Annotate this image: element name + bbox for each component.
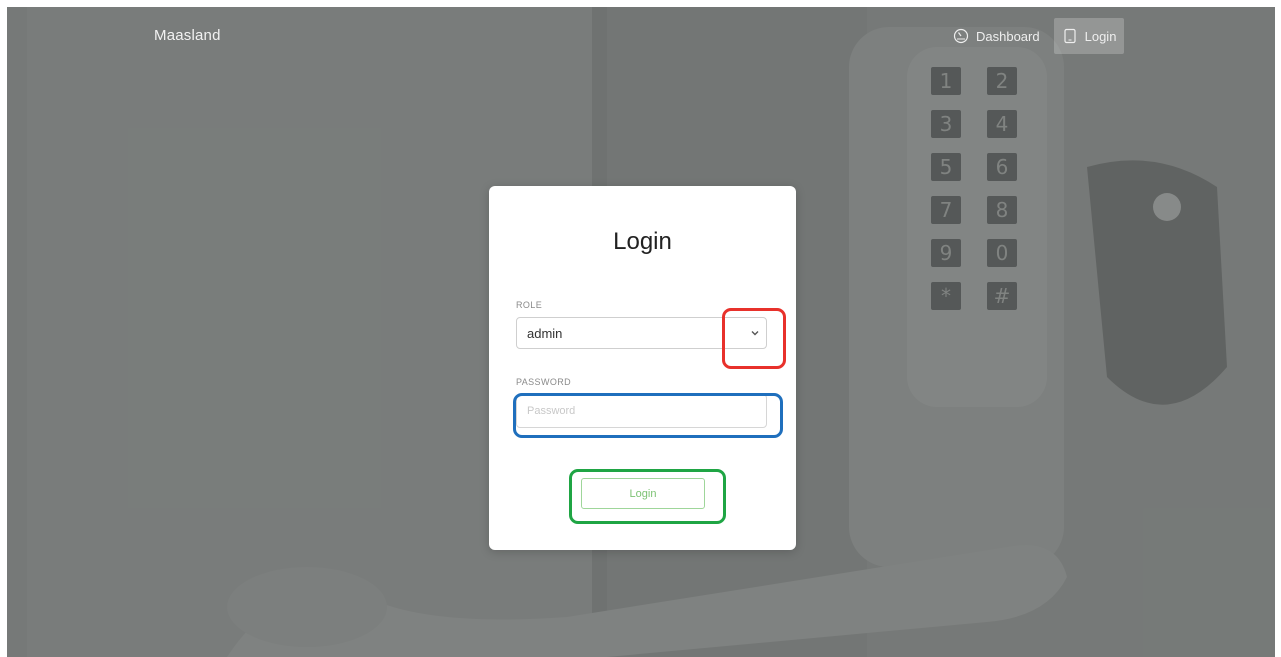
brand-name[interactable]: Maasland bbox=[154, 27, 221, 44]
password-input[interactable] bbox=[516, 394, 767, 428]
role-select-value: admin bbox=[527, 325, 563, 341]
nav-login-label: Login bbox=[1084, 28, 1117, 44]
nav-login[interactable]: Login bbox=[1053, 18, 1125, 54]
role-label: ROLE bbox=[516, 300, 543, 310]
top-nav: Dashboard Login bbox=[945, 18, 1125, 54]
chevron-down-icon[interactable] bbox=[750, 328, 760, 338]
password-label: PASSWORD bbox=[516, 377, 572, 387]
nav-dashboard[interactable]: Dashboard bbox=[945, 18, 1048, 54]
login-title: Login bbox=[613, 228, 672, 255]
login-card: Login ROLE admin PASSWORD Login bbox=[489, 186, 796, 550]
login-button[interactable]: Login bbox=[581, 478, 705, 509]
tablet-icon bbox=[1062, 28, 1078, 44]
role-select[interactable]: admin bbox=[516, 317, 767, 349]
nav-dashboard-label: Dashboard bbox=[976, 28, 1040, 44]
dashboard-gauge-icon bbox=[953, 28, 969, 44]
